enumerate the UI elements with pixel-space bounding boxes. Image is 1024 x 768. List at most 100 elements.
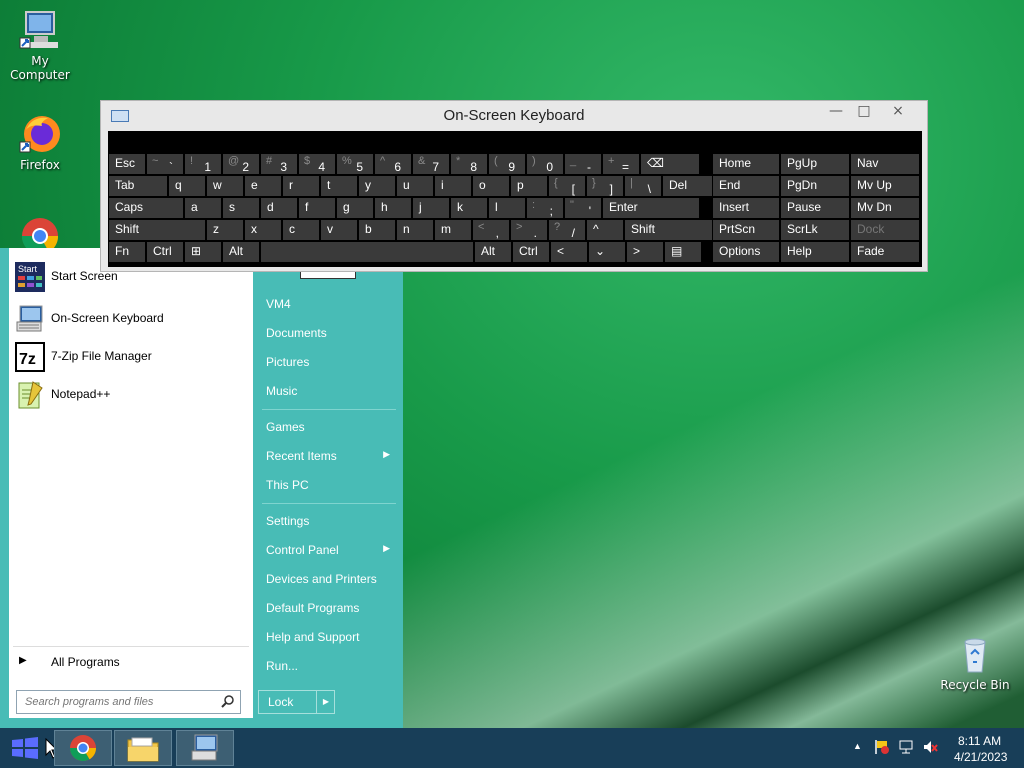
- nav-key-0-0[interactable]: Home: [712, 153, 780, 175]
- link-run[interactable]: Run...: [258, 653, 398, 679]
- nav-key-1-0[interactable]: End: [712, 175, 780, 197]
- taskbar-chrome[interactable]: [54, 730, 112, 766]
- link-control-panel[interactable]: Control Panel ▶: [258, 537, 398, 563]
- key-row5-4[interactable]: [260, 241, 474, 263]
- key-row5-3[interactable]: Alt: [222, 241, 260, 263]
- key-row2-3[interactable]: e: [244, 175, 282, 197]
- key-row3-12[interactable]: Enter: [602, 197, 700, 219]
- key-row1-6[interactable]: % 5: [336, 153, 374, 175]
- key-row2-4[interactable]: r: [282, 175, 320, 197]
- key-row5-5[interactable]: Alt: [474, 241, 512, 263]
- link-music[interactable]: Music: [258, 378, 398, 404]
- key-row4-6[interactable]: n: [396, 219, 434, 241]
- key-row5-7[interactable]: <: [550, 241, 588, 263]
- key-row3-2[interactable]: s: [222, 197, 260, 219]
- key-row2-1[interactable]: q: [168, 175, 206, 197]
- key-row1-4[interactable]: #3: [260, 153, 298, 175]
- key-row2-10[interactable]: p: [510, 175, 548, 197]
- link-devices-printers[interactable]: Devices and Printers: [258, 566, 398, 592]
- key-row4-10[interactable]: ? /: [548, 219, 586, 241]
- search-icon[interactable]: [221, 694, 235, 711]
- key-row4-11[interactable]: ^: [586, 219, 624, 241]
- link-documents[interactable]: Documents: [258, 320, 398, 346]
- volume-muted-icon[interactable]: [922, 739, 938, 758]
- key-row1-3[interactable]: @2: [222, 153, 260, 175]
- network-icon[interactable]: [898, 739, 914, 758]
- key-row2-6[interactable]: y: [358, 175, 396, 197]
- key-row1-13[interactable]: + =: [602, 153, 640, 175]
- desktop-icon-my-computer[interactable]: My Computer: [0, 8, 80, 82]
- key-row2-7[interactable]: u: [396, 175, 434, 197]
- key-row2-12[interactable]: }]: [586, 175, 624, 197]
- key-row2-0[interactable]: Tab: [108, 175, 168, 197]
- key-row3-9[interactable]: l: [488, 197, 526, 219]
- show-hidden-icons-icon[interactable]: ▲: [853, 741, 862, 751]
- key-row3-5[interactable]: g: [336, 197, 374, 219]
- close-button[interactable]: ×: [875, 103, 921, 123]
- desktop-icon-firefox[interactable]: Firefox: [0, 112, 80, 172]
- key-row3-1[interactable]: a: [184, 197, 222, 219]
- program-7zip[interactable]: 7z 7-Zip File Manager: [13, 340, 249, 374]
- nav-key-2-0[interactable]: Insert: [712, 197, 780, 219]
- key-row4-4[interactable]: v: [320, 219, 358, 241]
- nav-key-4-2[interactable]: Fade: [850, 241, 920, 263]
- key-row3-3[interactable]: d: [260, 197, 298, 219]
- key-row1-7[interactable]: ^ 6: [374, 153, 412, 175]
- nav-key-0-1[interactable]: PgUp: [780, 153, 850, 175]
- key-row1-14[interactable]: ⌫: [640, 153, 700, 175]
- nav-key-3-0[interactable]: PrtScn: [712, 219, 780, 241]
- key-row2-8[interactable]: i: [434, 175, 472, 197]
- key-row1-2[interactable]: ! 1: [184, 153, 222, 175]
- key-row1-10[interactable]: (9: [488, 153, 526, 175]
- lock-button[interactable]: Lock ▶: [258, 690, 335, 714]
- key-row5-8[interactable]: ⌄: [588, 241, 626, 263]
- key-row4-3[interactable]: c: [282, 219, 320, 241]
- program-notepad-plus-plus[interactable]: Notepad++: [13, 378, 249, 412]
- clock-time[interactable]: 8:11 AM: [958, 734, 1001, 748]
- minimize-button[interactable]: —: [825, 103, 847, 123]
- key-row3-6[interactable]: h: [374, 197, 412, 219]
- key-row3-7[interactable]: j: [412, 197, 450, 219]
- nav-key-1-2[interactable]: Mv Up: [850, 175, 920, 197]
- key-row5-9[interactable]: >: [626, 241, 664, 263]
- nav-key-0-2[interactable]: Nav: [850, 153, 920, 175]
- program-on-screen-keyboard[interactable]: On-Screen Keyboard: [13, 302, 249, 336]
- search-box[interactable]: [16, 690, 241, 714]
- key-row2-2[interactable]: w: [206, 175, 244, 197]
- link-games[interactable]: Games: [258, 414, 398, 440]
- key-row4-1[interactable]: z: [206, 219, 244, 241]
- action-center-flag-icon[interactable]: [874, 739, 890, 758]
- key-row4-5[interactable]: b: [358, 219, 396, 241]
- all-programs-button[interactable]: ▶ All Programs: [13, 650, 249, 674]
- key-row1-11[interactable]: ) 0: [526, 153, 564, 175]
- nav-key-2-1[interactable]: Pause: [780, 197, 850, 219]
- key-row4-2[interactable]: x: [244, 219, 282, 241]
- nav-key-1-1[interactable]: PgDn: [780, 175, 850, 197]
- search-input[interactable]: [23, 695, 217, 709]
- key-row2-11[interactable]: {[: [548, 175, 586, 197]
- key-row5-10[interactable]: ▤: [664, 241, 702, 263]
- nav-key-3-2[interactable]: Dock: [850, 219, 920, 241]
- key-row4-8[interactable]: <,: [472, 219, 510, 241]
- link-default-programs[interactable]: Default Programs: [258, 595, 398, 621]
- key-row2-13[interactable]: | \: [624, 175, 662, 197]
- key-row5-6[interactable]: Ctrl: [512, 241, 550, 263]
- key-row3-0[interactable]: Caps: [108, 197, 184, 219]
- key-row5-2[interactable]: ⊞: [184, 241, 222, 263]
- link-recent-items[interactable]: Recent Items ▶: [258, 443, 398, 469]
- key-row3-8[interactable]: k: [450, 197, 488, 219]
- key-row1-12[interactable]: _ -: [564, 153, 602, 175]
- key-row5-1[interactable]: Ctrl: [146, 241, 184, 263]
- lock-options-arrow-icon[interactable]: ▶: [316, 691, 335, 713]
- taskbar-on-screen-keyboard[interactable]: [176, 730, 234, 766]
- key-row4-12[interactable]: Shift: [624, 219, 722, 241]
- link-user-folder[interactable]: VM4: [258, 291, 398, 317]
- start-button[interactable]: [10, 736, 40, 763]
- maximize-button[interactable]: □: [853, 103, 875, 123]
- key-row4-7[interactable]: m: [434, 219, 472, 241]
- key-row3-11[interactable]: " ': [564, 197, 602, 219]
- nav-key-2-2[interactable]: Mv Dn: [850, 197, 920, 219]
- key-row4-0[interactable]: Shift: [108, 219, 206, 241]
- taskbar-file-explorer[interactable]: [114, 730, 172, 766]
- key-row3-4[interactable]: f: [298, 197, 336, 219]
